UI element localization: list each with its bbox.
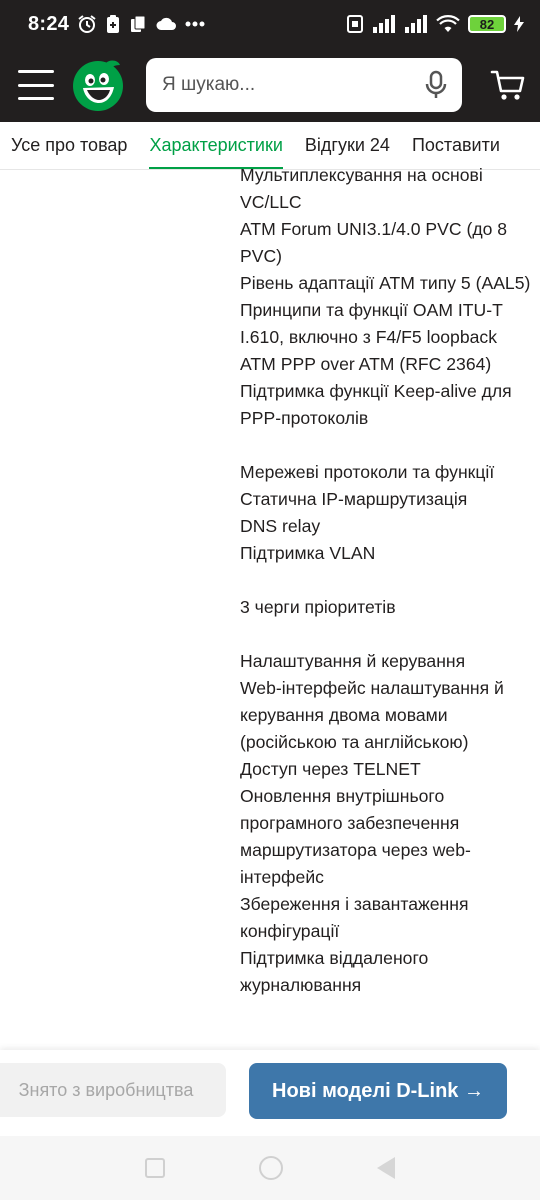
spec-line: Рівень адаптації ATM типу 5 (AAL5) bbox=[240, 273, 531, 293]
spec-line: DNS relay bbox=[240, 516, 321, 536]
spec-line: Оновлення внутрішнього програмного забез… bbox=[240, 786, 471, 887]
new-models-button[interactable]: Нові моделі D-Link → bbox=[249, 1063, 507, 1119]
spec-line: Збереження і завантаження конфігурації bbox=[240, 894, 469, 941]
spec-value-text: Мультиплексування на основі VC/LLC ATM Fo… bbox=[240, 162, 536, 999]
clipboard-icon bbox=[107, 15, 120, 33]
home-icon[interactable] bbox=[259, 1156, 283, 1180]
search-box[interactable] bbox=[146, 58, 462, 112]
cloud-icon bbox=[156, 17, 177, 30]
spec-line: 3 черги пріоритетів bbox=[240, 597, 396, 617]
spec-line: Підтримка VLAN bbox=[240, 543, 376, 563]
search-input[interactable] bbox=[162, 74, 424, 96]
status-time: 8:24 bbox=[28, 12, 70, 35]
discontinued-status-button: Знято з виробництва bbox=[0, 1063, 226, 1117]
spec-line: Web-інтерфейс налаштування й керування д… bbox=[240, 678, 504, 752]
spec-gap bbox=[240, 432, 536, 459]
back-icon[interactable] bbox=[377, 1157, 395, 1179]
spec-line: Мультиплексування на основі VC/LLC bbox=[240, 165, 483, 212]
battery-indicator: 82 bbox=[468, 15, 506, 33]
spec-line: Підтримка віддаленого журналювання bbox=[240, 948, 429, 995]
files-icon bbox=[131, 15, 146, 32]
rozetka-logo[interactable] bbox=[70, 57, 126, 113]
screen-rotate-icon bbox=[347, 15, 363, 33]
charging-icon bbox=[514, 16, 524, 32]
cart-icon[interactable] bbox=[490, 68, 526, 102]
status-bar: 8:24 82 bbox=[0, 0, 540, 48]
alarm-icon bbox=[78, 15, 96, 33]
system-nav-bar bbox=[0, 1136, 540, 1200]
recent-apps-icon[interactable] bbox=[145, 1158, 165, 1178]
spec-line: Статична IP-маршрутизація bbox=[240, 489, 468, 509]
spec-line: Підтримка функції Keep-alive для PPP-про… bbox=[240, 381, 512, 428]
spec-line: Доступ через TELNET bbox=[240, 759, 421, 779]
spec-line: ATM Forum UNI3.1/4.0 PVC (до 8 PVC) bbox=[240, 219, 508, 266]
status-notification-icons bbox=[77, 14, 205, 34]
spec-line: Налаштування й керування bbox=[240, 651, 466, 671]
app-header bbox=[0, 48, 540, 122]
microphone-icon[interactable] bbox=[424, 70, 448, 100]
menu-button[interactable] bbox=[18, 70, 54, 100]
status-system-icons: 82 bbox=[346, 14, 524, 34]
bottom-action-bar: Знято з виробництва Нові моделі D-Link → bbox=[0, 1050, 540, 1136]
spec-line: Принципи та функції OAM ITU-T I.610, вкл… bbox=[240, 300, 503, 347]
signal-icon-2 bbox=[405, 15, 427, 33]
wifi-icon bbox=[436, 15, 460, 32]
dots-icon bbox=[185, 21, 205, 27]
spec-gap bbox=[240, 621, 536, 648]
characteristics-content: Мультиплексування на основі VC/LLC ATM Fo… bbox=[0, 162, 540, 1052]
spec-line: Мережеві протоколи та функції bbox=[240, 462, 495, 482]
spec-line: ATM PPP over ATM (RFC 2364) bbox=[240, 354, 492, 374]
spec-gap bbox=[240, 567, 536, 594]
signal-icon bbox=[373, 15, 395, 33]
